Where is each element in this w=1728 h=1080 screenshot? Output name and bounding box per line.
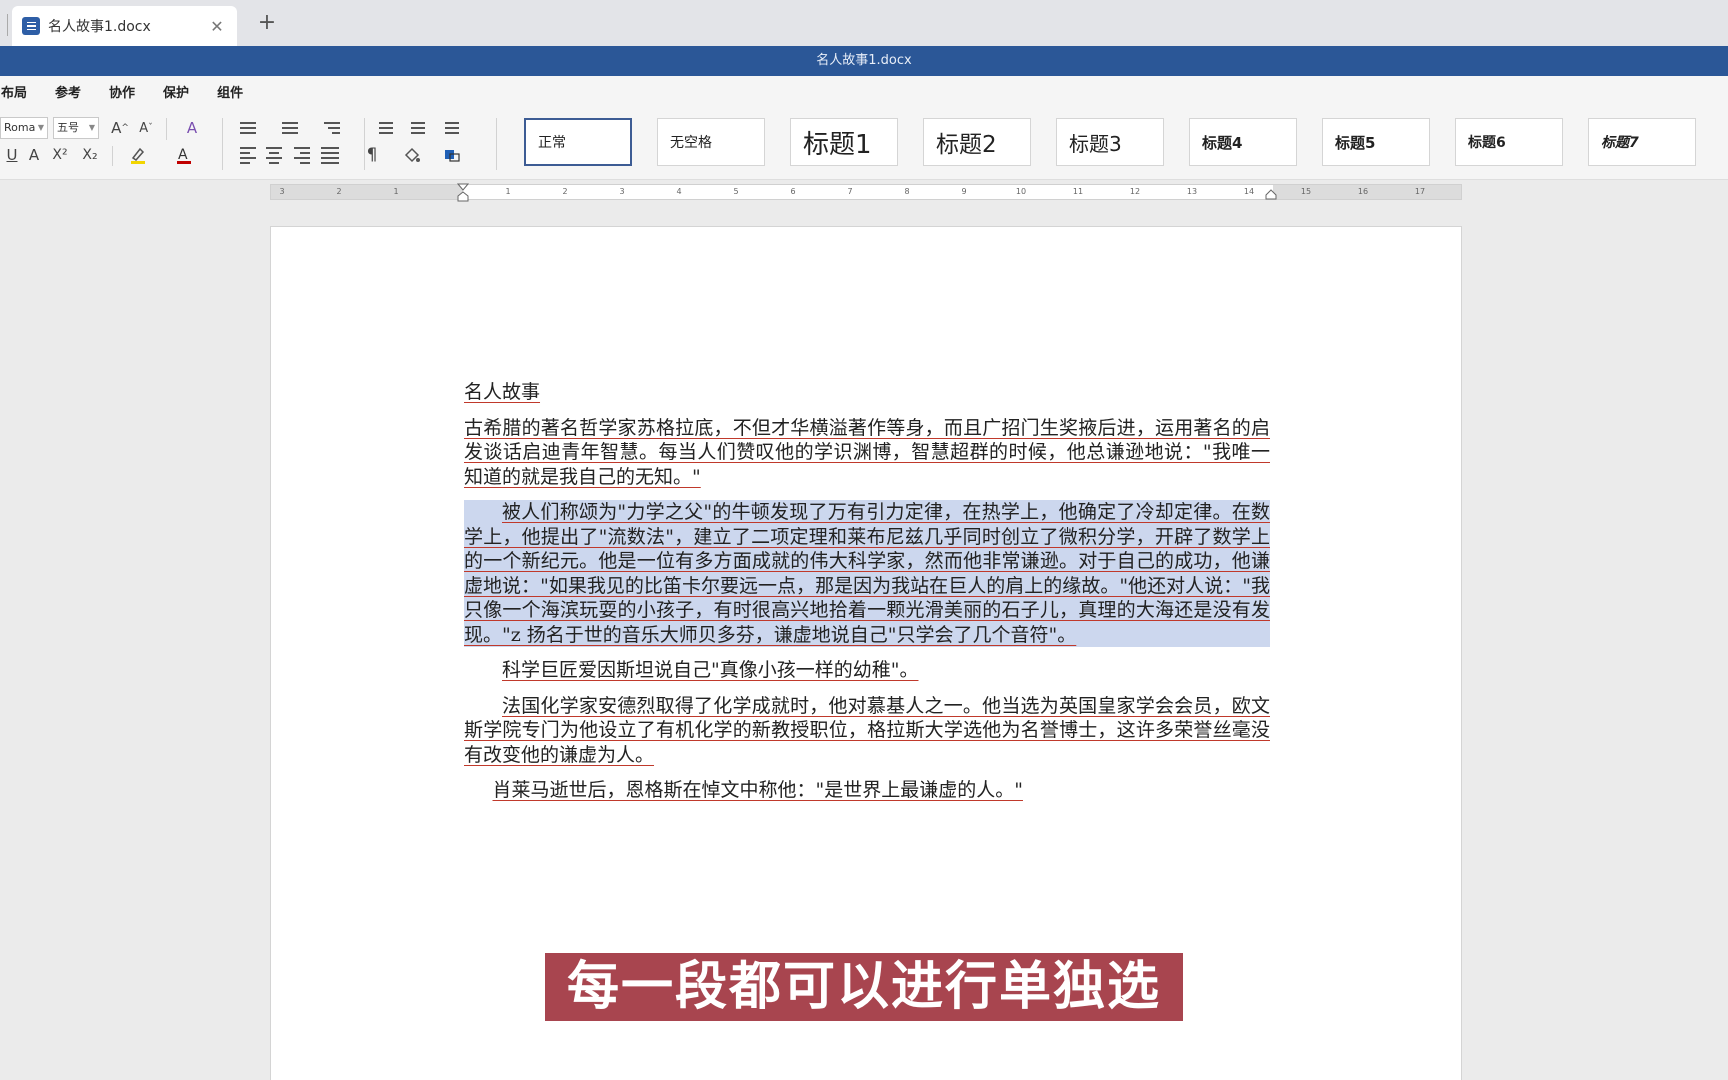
tab-separator — [7, 14, 8, 36]
decrease-indent-icon[interactable] — [374, 116, 398, 140]
style-heading-4-label: 标题4 — [1202, 133, 1243, 152]
style-heading-7[interactable]: 标题7 — [1588, 118, 1696, 166]
ruler-tick: 14 — [1243, 187, 1255, 196]
ruler-tick: 7 — [847, 187, 853, 196]
ruler-tick: 1 — [393, 187, 399, 196]
align-center-icon[interactable] — [262, 143, 286, 167]
right-indent-marker-icon[interactable] — [1265, 188, 1277, 200]
paragraph-1[interactable]: 古希腊的著名哲学家苏格拉底，不但才华横溢著作等身，而且广招门生奖掖后进，运用著名… — [464, 416, 1270, 490]
ruler-tick: 11 — [1072, 187, 1084, 196]
new-tab-button[interactable]: + — [256, 10, 278, 36]
line-spacing-icon[interactable] — [440, 116, 464, 140]
font-size-select[interactable]: 五号 ▼ — [53, 117, 99, 139]
paragraph-4[interactable]: 法国化学家安德烈取得了化学成就时，他对慕基人之一。他当选为英国皇家学会会员，欧文… — [464, 694, 1270, 768]
ruler-tick: 1 — [505, 187, 511, 196]
ruler-tick: 15 — [1300, 187, 1312, 196]
highlight-icon[interactable] — [126, 143, 150, 167]
menu-components[interactable]: 组件 — [217, 82, 257, 106]
shading-icon[interactable] — [400, 143, 424, 167]
grow-font-icon[interactable]: A ^ — [108, 116, 132, 140]
style-heading-5[interactable]: 标题5 — [1322, 118, 1430, 166]
document-tab[interactable]: 名人故事1.docx ✕ — [12, 6, 237, 46]
style-no-spacing[interactable]: 无空格 — [657, 118, 765, 166]
borders-icon[interactable] — [440, 143, 464, 167]
style-heading-3-label: 标题3 — [1069, 131, 1122, 156]
document-title[interactable]: 名人故事 — [464, 380, 1270, 405]
shrink-font-icon[interactable]: Aˇ — [134, 116, 158, 140]
subscript-button[interactable]: X₂ — [78, 143, 102, 167]
paragraph-5[interactable]: 肖莱马逝世后，恩格斯在悼文中称他："是世界上最谦虚的人。" — [464, 778, 1270, 803]
window-title: 名人故事1.docx — [0, 46, 1728, 76]
bullet-list-icon[interactable] — [236, 116, 260, 140]
ruler-tick: 3 — [279, 187, 285, 196]
document-page[interactable]: 名人故事 古希腊的著名哲学家苏格拉底，不但才华横溢著作等身，而且广招门生奖掖后进… — [270, 226, 1462, 1080]
toolbar-divider — [166, 118, 167, 140]
strikethrough-button[interactable]: A — [22, 143, 46, 167]
style-normal[interactable]: 正常 — [524, 118, 632, 166]
style-heading-6-label: 标题6 — [1468, 135, 1506, 151]
style-heading-2[interactable]: 标题2 — [923, 118, 1031, 166]
toolbar-divider — [496, 118, 497, 170]
style-heading-6[interactable]: 标题6 — [1455, 118, 1563, 166]
indent-marker-icon[interactable] — [457, 183, 469, 203]
justify-icon[interactable] — [318, 143, 342, 167]
style-no-spacing-label: 无空格 — [670, 135, 712, 151]
ruler-tick: 2 — [336, 187, 342, 196]
paragraph-mark-icon[interactable]: ¶ — [360, 143, 384, 167]
font-size-value: 五号 — [57, 121, 79, 134]
numbered-list-icon[interactable] — [278, 116, 302, 140]
ruler-tick: 2 — [562, 187, 568, 196]
font-name-value: Roma — [4, 121, 36, 134]
menu-bar: 布局 参考 协作 保护 组件 — [0, 82, 271, 106]
video-caption: 每一段都可以进行单独选中 — [545, 953, 1183, 1080]
ruler-tick: 12 — [1129, 187, 1141, 196]
ruler-tick: 9 — [961, 187, 967, 196]
align-left-icon[interactable] — [236, 143, 260, 167]
menu-references[interactable]: 参考 — [55, 82, 95, 106]
ruler-tick: 13 — [1186, 187, 1198, 196]
style-normal-label: 正常 — [538, 135, 566, 151]
ruler-tick: 17 — [1414, 187, 1426, 196]
svg-text:A: A — [178, 147, 188, 163]
ruler-tick: 5 — [733, 187, 739, 196]
underline-button[interactable]: U — [0, 143, 24, 167]
document-body[interactable]: 名人故事 古希腊的著名哲学家苏格拉底，不但才华横溢著作等身，而且广招门生奖掖后进… — [464, 380, 1270, 814]
style-heading-7-label: 标题7 — [1601, 135, 1639, 151]
paragraph-2-selected[interactable]: 被人们称颂为"力学之父"的牛顿发现了万有引力定律，在热学上，他确定了冷却定律。在… — [464, 500, 1270, 647]
style-heading-2-label: 标题2 — [936, 132, 997, 158]
clear-format-icon[interactable]: A — [180, 116, 204, 140]
chevron-down-icon: ▼ — [88, 123, 95, 132]
style-heading-3[interactable]: 标题3 — [1056, 118, 1164, 166]
ruler-tick: 4 — [676, 187, 682, 196]
paragraph-3[interactable]: 科学巨匠爱因斯坦说自己"真像小孩一样的幼稚"。 — [464, 658, 1270, 683]
tab-bar: 名人故事1.docx ✕ + — [0, 0, 1728, 46]
style-heading-1[interactable]: 标题1 — [790, 118, 898, 166]
chevron-down-icon: ▼ — [37, 123, 44, 132]
ruler-tick: 8 — [904, 187, 910, 196]
style-heading-4[interactable]: 标题4 — [1189, 118, 1297, 166]
superscript-button[interactable]: X² — [48, 143, 72, 167]
font-color-icon[interactable]: A — [172, 143, 196, 167]
style-heading-5-label: 标题5 — [1335, 133, 1376, 152]
ruler-left-margin — [271, 185, 463, 199]
font-name-select[interactable]: Roma ▼ — [0, 117, 48, 139]
menu-layout[interactable]: 布局 — [1, 82, 41, 106]
ruler-tick: 3 — [619, 187, 625, 196]
menu-collaborate[interactable]: 协作 — [109, 82, 149, 106]
horizontal-ruler[interactable]: 3 2 1 1 2 3 4 5 6 7 8 9 10 11 12 13 14 1… — [270, 183, 1462, 203]
ruler-tick: 16 — [1357, 187, 1369, 196]
toolbar-divider — [112, 146, 113, 166]
close-tab-icon[interactable]: ✕ — [207, 17, 227, 36]
tab-title: 名人故事1.docx — [48, 19, 151, 35]
ruler-tick: 6 — [790, 187, 796, 196]
document-icon — [22, 17, 40, 35]
align-right-icon[interactable] — [290, 143, 314, 167]
menu-protect[interactable]: 保护 — [163, 82, 203, 106]
ruler-tick: 10 — [1015, 187, 1027, 196]
multilevel-list-icon[interactable] — [320, 116, 344, 140]
increase-indent-icon[interactable] — [406, 116, 430, 140]
style-heading-1-label: 标题1 — [803, 129, 872, 160]
toolbar-divider — [222, 118, 223, 170]
